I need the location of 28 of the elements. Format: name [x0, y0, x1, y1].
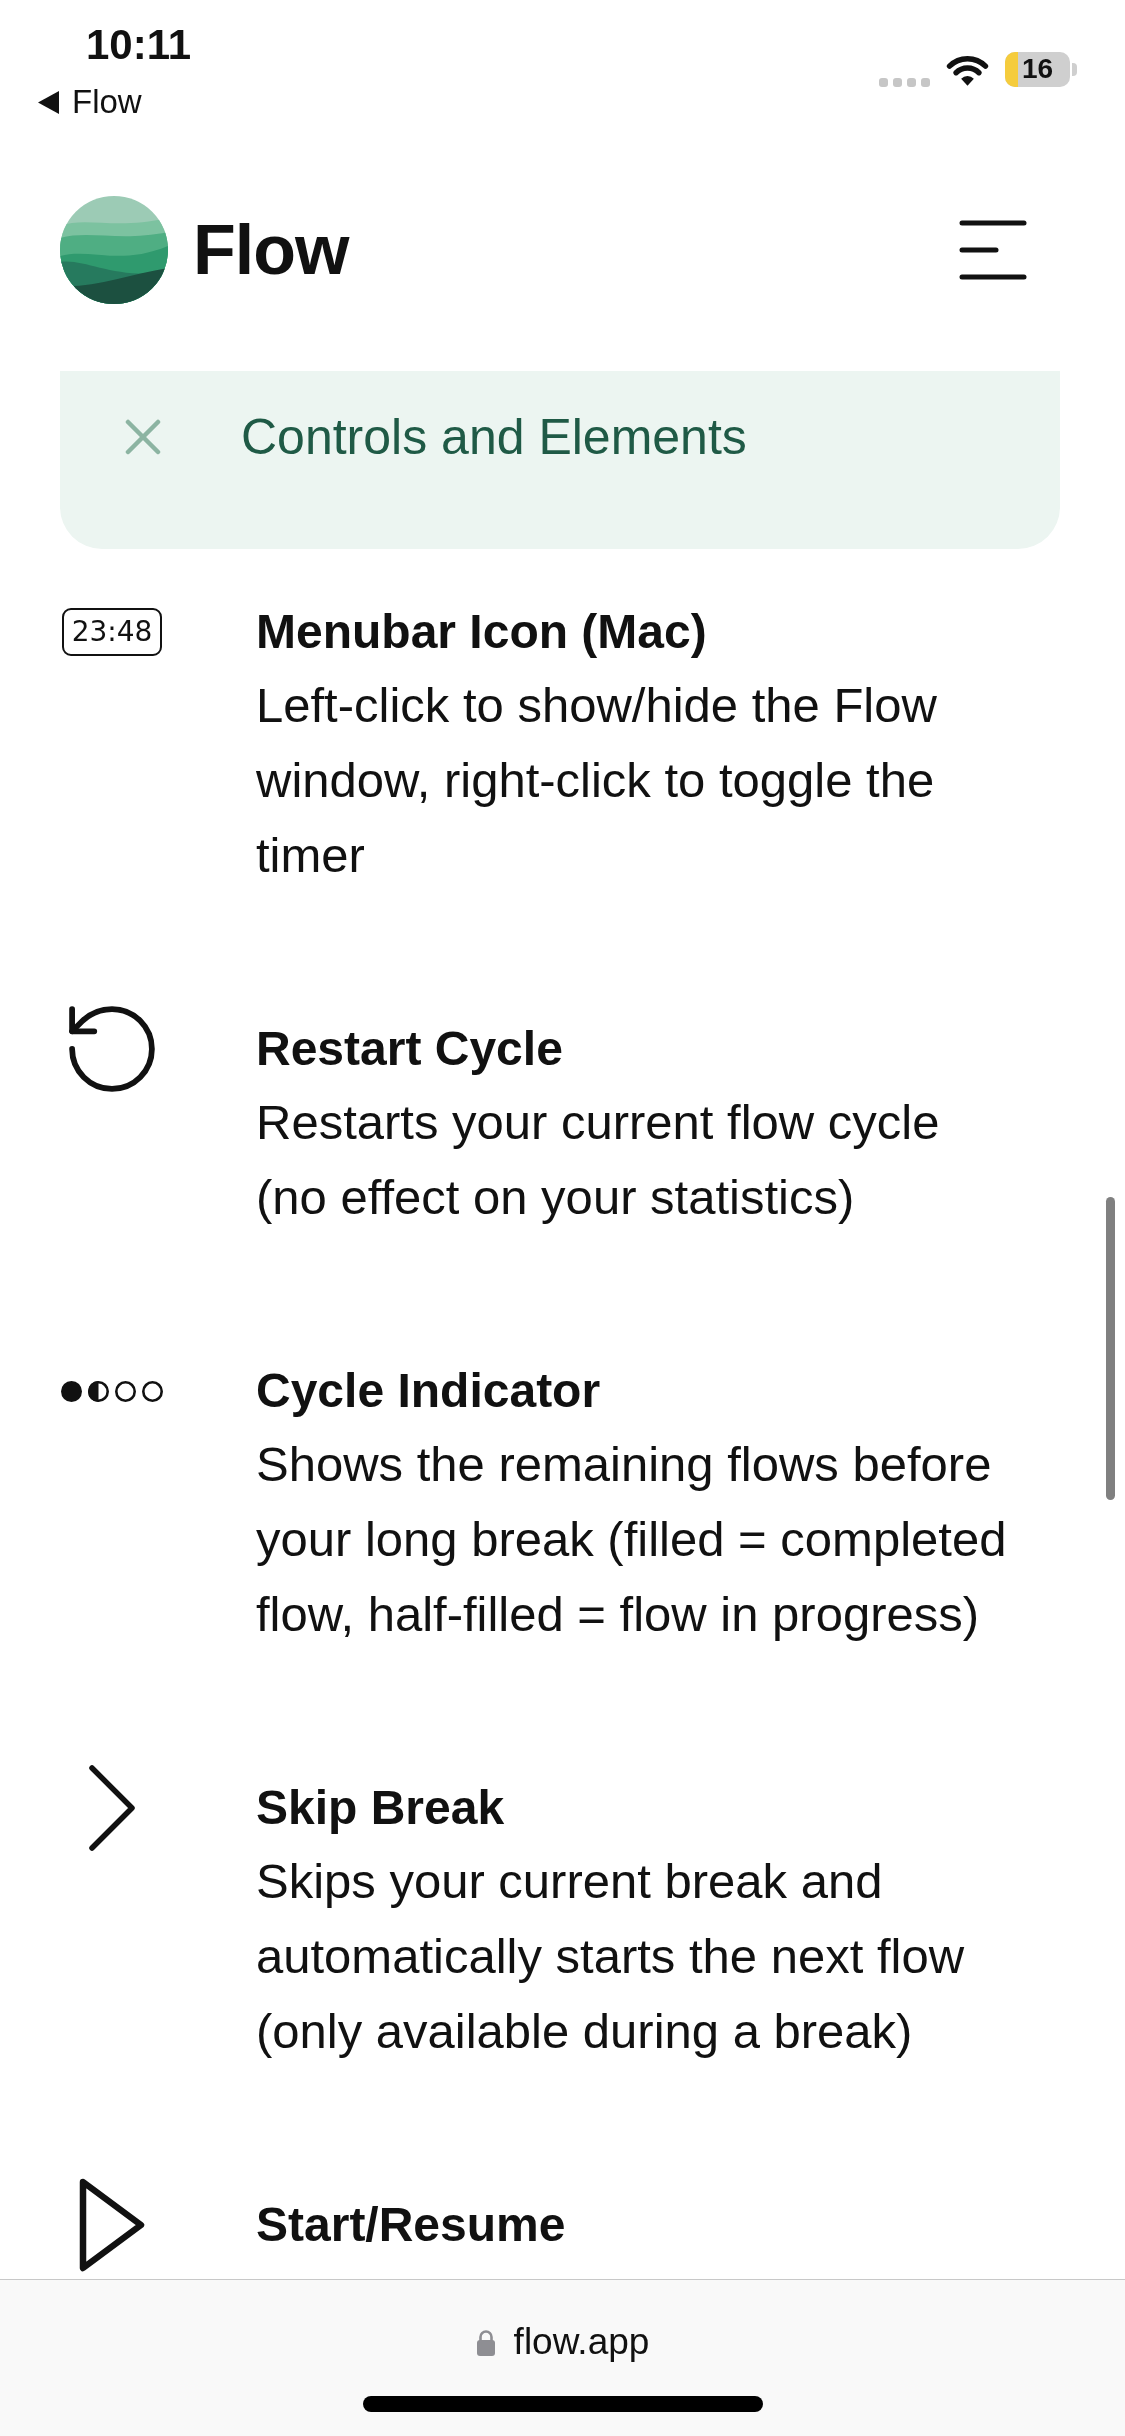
empty-dot-icon — [142, 1380, 163, 1402]
item-title: Cycle Indicator — [256, 1363, 602, 1419]
status-time: 10:11 — [86, 21, 192, 69]
cellular-signal-icon — [879, 78, 930, 87]
item-description: Shows the remaining flows before your long break (filled = completed flow, half-filled = flow in progress) — [256, 1436, 1008, 1643]
back-link[interactable]: Flow — [38, 82, 142, 122]
wifi-icon — [945, 54, 990, 87]
play-icon — [79, 2178, 145, 2272]
section-title: Controls and Elements — [241, 408, 747, 467]
menu-icon[interactable] — [959, 220, 1027, 280]
battery-percentage: 16 — [1020, 54, 1055, 84]
menubar-timer: 23:48 — [61, 608, 163, 656]
chevron-right-icon — [89, 1765, 135, 1851]
half-filled-dot-icon — [88, 1380, 109, 1402]
filled-dot-icon — [61, 1380, 82, 1402]
back-icon — [38, 90, 59, 114]
url-text[interactable]: flow.app — [513, 2320, 650, 2364]
item-title: Restart Cycle — [256, 1021, 564, 1077]
item-title: Skip Break — [256, 1780, 506, 1836]
item-description: Skips your current break and automatically starts the next flow (only available during a break) — [256, 1853, 966, 2060]
lock-icon — [475, 2328, 496, 2356]
empty-dot-icon — [115, 1380, 136, 1402]
item-title: Start/Resume — [256, 2197, 567, 2253]
item-title: Menubar Icon (Mac) — [256, 604, 708, 660]
brand-name: Flow — [193, 210, 349, 290]
item-description: Left-click to show/hide the Flow window, right-click to toggle the timer — [256, 677, 938, 884]
item-description: Restarts your current flow cycle (no effect on your statistics) — [256, 1094, 941, 1226]
restart-icon — [69, 1006, 155, 1092]
